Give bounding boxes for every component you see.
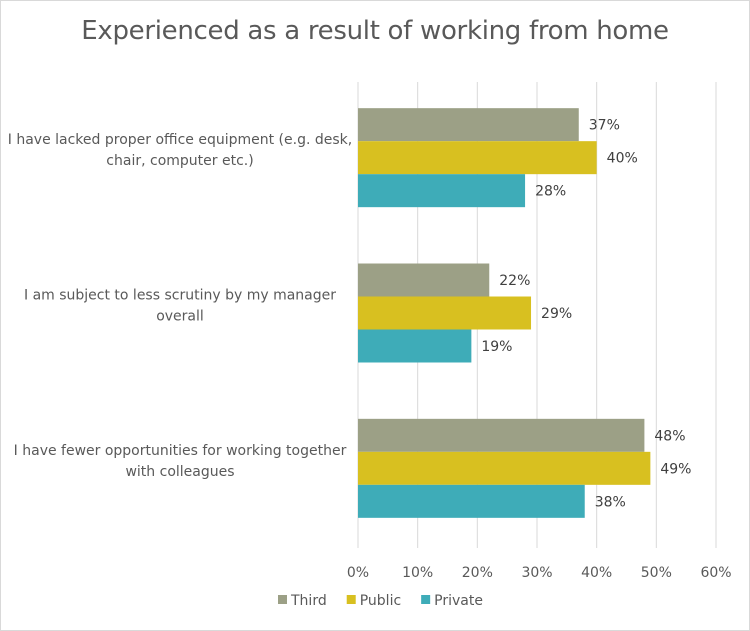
legend-label-public: Public [360,593,401,609]
category-labels: I have lacked proper office equipment (e… [8,132,352,480]
legend: Third Public Private [278,593,483,609]
category-label: with colleagues [125,464,234,480]
legend-label-third: Third [290,593,327,609]
bars [358,108,651,518]
data-label: 28% [535,184,566,200]
bar-private [358,484,585,518]
legend-label-private: Private [434,593,483,609]
category-label: I have lacked proper office equipment (e… [8,132,352,148]
x-tick-label: 20% [462,565,493,581]
category-label: chair, computer etc.) [106,153,253,169]
data-label: 19% [481,339,512,355]
bar-public [358,451,651,485]
bar-private [358,174,526,208]
x-axis-ticks: 0% 10% 20% 30% 40% 50% 60% [347,565,732,581]
data-label: 37% [589,118,620,134]
x-tick-label: 40% [581,565,612,581]
bar-public [358,296,532,330]
category-label: overall [156,309,204,325]
legend-swatch-private [421,595,431,604]
bar-third [358,263,490,297]
x-tick-label: 0% [347,565,369,581]
data-label: 48% [654,428,685,444]
data-label: 29% [541,306,572,322]
data-label: 22% [499,273,530,289]
x-tick-label: 10% [402,565,433,581]
bar-third [358,108,579,142]
legend-swatch-third [278,595,287,604]
category-label: I am subject to less scrutiny by my mana… [24,288,336,304]
x-tick-label: 50% [641,565,672,581]
bar-chart: 37% 40% 28% 22% 29% 19% 48% 49% 38% I have lacke… [8,82,732,609]
bar-private [358,329,472,363]
data-label: 40% [607,151,638,167]
category-label: I have fewer opportunities for working t… [14,443,347,459]
bar-public [358,141,597,175]
x-tick-label: 30% [521,565,552,581]
data-label: 49% [660,461,691,477]
legend-swatch-public [346,595,356,604]
data-label: 38% [595,494,626,510]
x-tick-label: 60% [700,565,731,581]
bar-third [358,418,645,452]
